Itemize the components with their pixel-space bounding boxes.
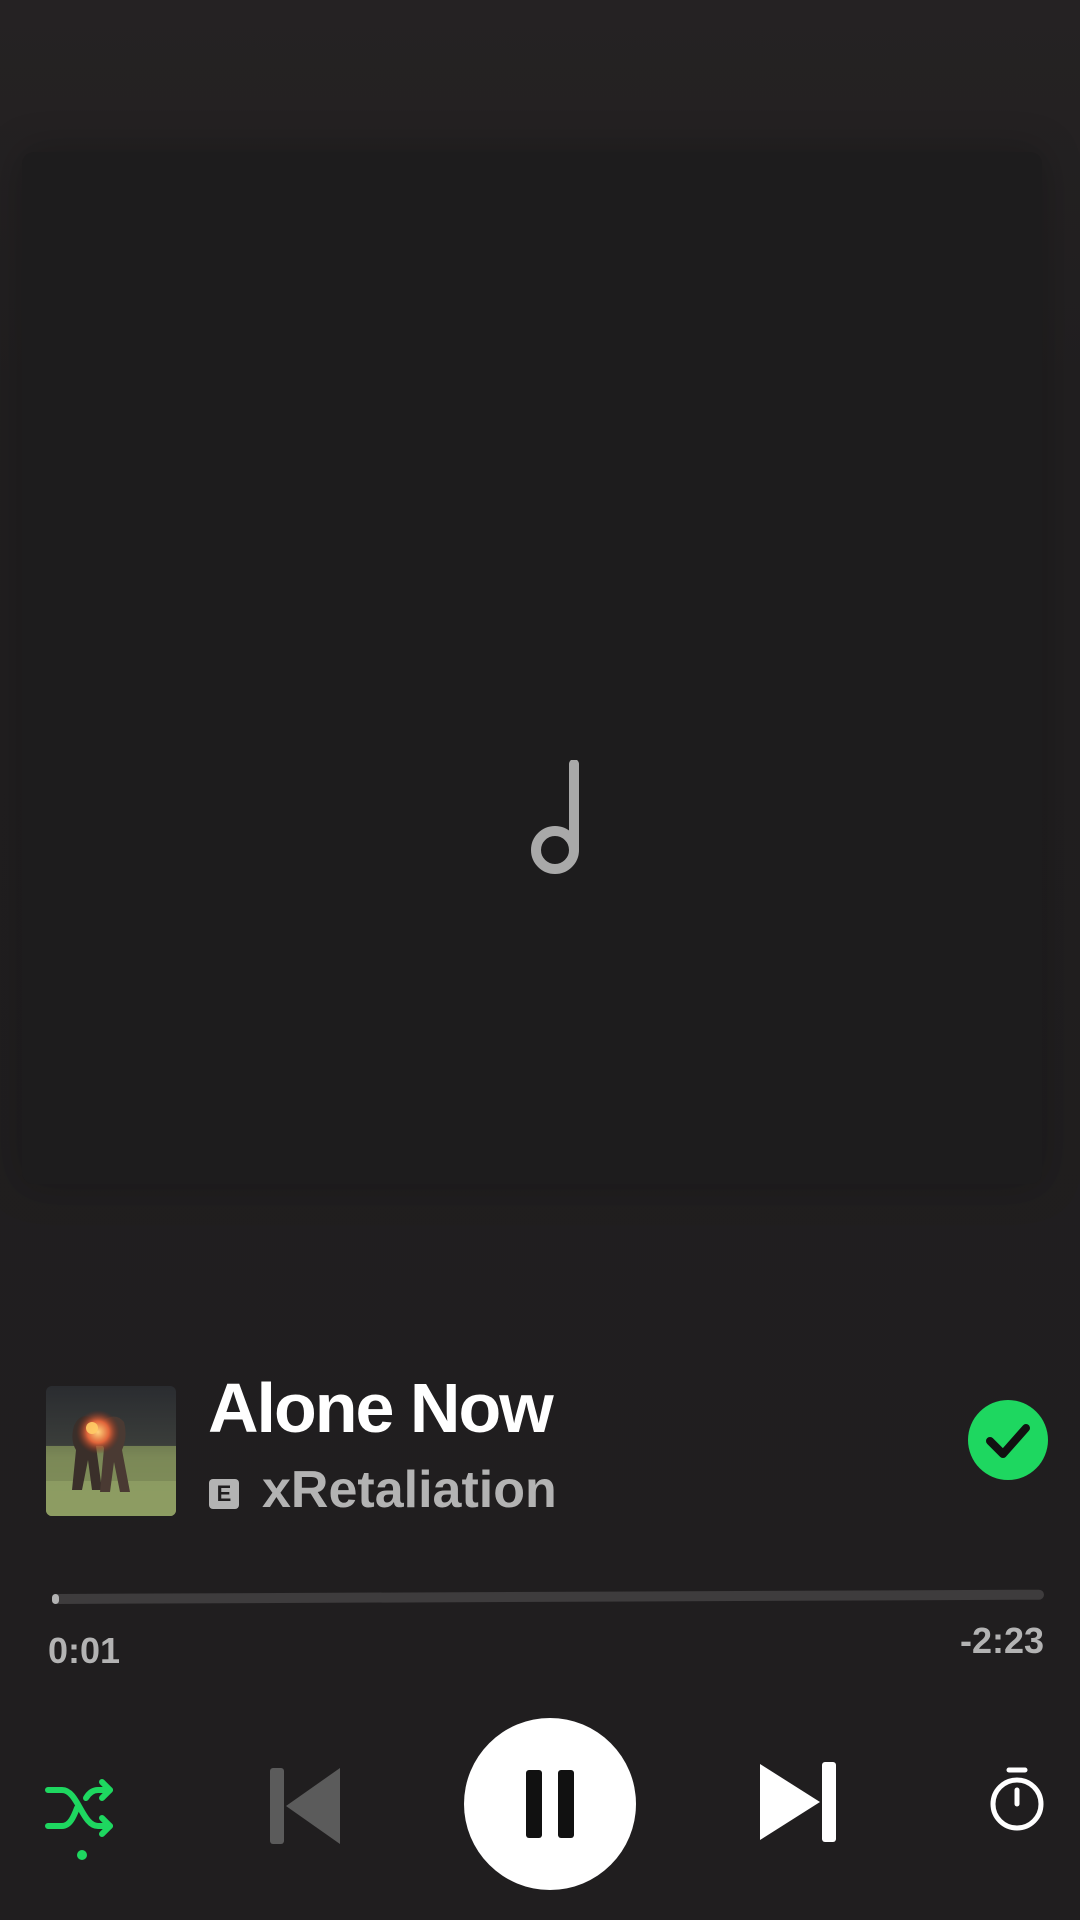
shuffle-button[interactable] [44,1778,120,1860]
now-playing-screen: Alone Now E xRetaliation 0:01 -2:23 [0,0,1080,1920]
time-elapsed: 0:01 [48,1630,121,1671]
album-art-image [46,1386,176,1516]
shuffle-active-dot [77,1850,87,1860]
previous-button[interactable] [262,1762,346,1848]
album-art-thumbnail[interactable] [46,1386,176,1516]
time-remaining: -2:23 [959,1620,1044,1661]
skip-previous-icon [270,1768,340,1844]
canvas-video-area[interactable] [22,152,1042,1184]
next-button[interactable] [756,1758,844,1846]
artist-name[interactable]: xRetaliation [262,1460,557,1520]
track-title[interactable]: Alone Now [208,1368,554,1448]
progress-bar[interactable] [51,1589,1045,1604]
skip-next-icon [760,1762,836,1842]
sleep-timer-button[interactable] [984,1766,1050,1832]
pause-icon [526,1770,574,1838]
explicit-badge: E [209,1479,239,1509]
play-pause-button[interactable] [464,1718,636,1890]
shuffle-icon [45,1779,113,1837]
music-note-icon [531,760,579,874]
check-circle-icon[interactable] [968,1400,1048,1480]
progress-fill [51,1593,59,1604]
timer-icon [990,1767,1044,1831]
